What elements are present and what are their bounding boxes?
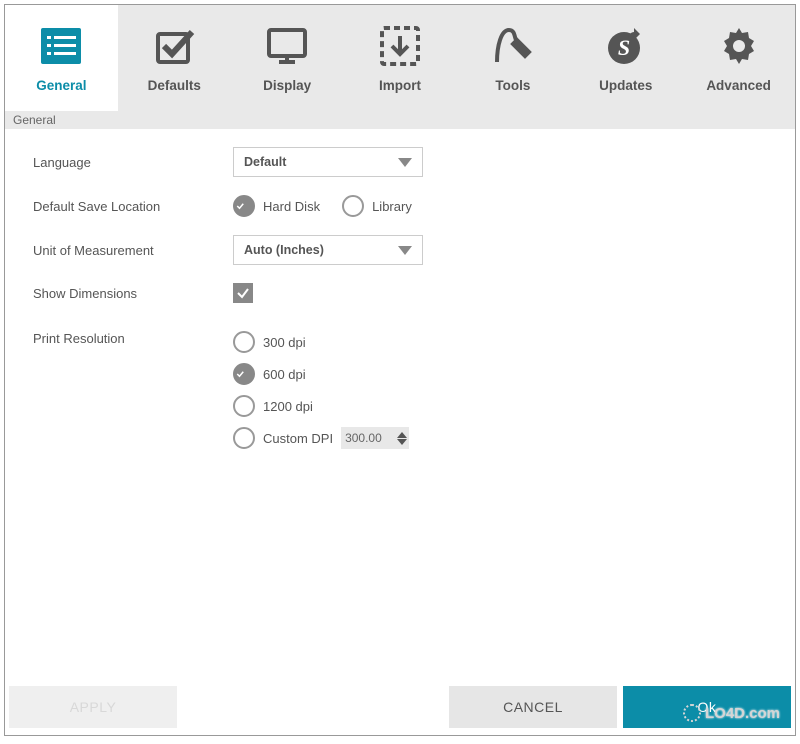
section-title: General — [5, 111, 795, 129]
tab-defaults[interactable]: Defaults — [118, 5, 231, 111]
chevron-down-icon — [398, 158, 412, 167]
list-icon — [39, 24, 83, 68]
tab-label: Display — [263, 78, 311, 93]
gear-icon — [717, 24, 761, 68]
tab-label: Tools — [495, 78, 530, 93]
radio-label: 300 dpi — [263, 335, 306, 350]
radio-icon — [233, 363, 255, 385]
radio-icon — [342, 195, 364, 217]
cancel-button[interactable]: CANCEL — [449, 686, 617, 728]
import-icon — [378, 24, 422, 68]
radio-icon — [233, 195, 255, 217]
unit-selected: Auto (Inches) — [244, 243, 324, 257]
save-location-label: Default Save Location — [33, 199, 233, 214]
apply-button: APPLY — [9, 686, 177, 728]
radio-label: 600 dpi — [263, 367, 306, 382]
monitor-icon — [265, 24, 309, 68]
settings-window: General Defaults Display Import Tools — [4, 4, 796, 736]
tab-label: Import — [379, 78, 421, 93]
pen-icon — [491, 24, 535, 68]
tab-label: General — [36, 78, 86, 93]
radio-label: Library — [372, 199, 412, 214]
checkbox-icon — [152, 24, 196, 68]
radio-library[interactable]: Library — [342, 195, 412, 217]
spin-up-icon[interactable] — [397, 432, 407, 438]
show-dimensions-checkbox[interactable] — [233, 283, 253, 303]
radio-600dpi[interactable]: 600 dpi — [233, 363, 306, 385]
radio-icon — [233, 427, 255, 449]
updates-icon: S — [604, 24, 648, 68]
tab-tools[interactable]: Tools — [456, 5, 569, 111]
tab-display[interactable]: Display — [231, 5, 344, 111]
tab-updates[interactable]: S Updates — [569, 5, 682, 111]
language-label: Language — [33, 155, 233, 170]
language-dropdown[interactable]: Default — [233, 147, 423, 177]
ok-button[interactable]: Ok — [623, 686, 791, 728]
radio-label: Custom DPI — [263, 431, 333, 446]
radio-1200dpi[interactable]: 1200 dpi — [233, 395, 313, 417]
tabs-bar: General Defaults Display Import Tools — [5, 5, 795, 111]
radio-custom-dpi[interactable]: Custom DPI — [233, 427, 409, 449]
radio-label: 1200 dpi — [263, 399, 313, 414]
tab-import[interactable]: Import — [344, 5, 457, 111]
footer-bar: APPLY CANCEL Ok — [5, 683, 795, 735]
tab-label: Advanced — [706, 78, 771, 93]
unit-label: Unit of Measurement — [33, 243, 233, 258]
unit-dropdown[interactable]: Auto (Inches) — [233, 235, 423, 265]
show-dimensions-label: Show Dimensions — [33, 286, 233, 301]
chevron-down-icon — [398, 246, 412, 255]
tab-advanced[interactable]: Advanced — [682, 5, 795, 111]
radio-hard-disk[interactable]: Hard Disk — [233, 195, 320, 217]
radio-label: Hard Disk — [263, 199, 320, 214]
radio-icon — [233, 331, 255, 353]
tab-label: Defaults — [148, 78, 201, 93]
form-area: Language Default Default Save Location H… — [5, 129, 795, 683]
spin-down-icon[interactable] — [397, 439, 407, 445]
tab-general[interactable]: General — [5, 5, 118, 111]
radio-icon — [233, 395, 255, 417]
custom-dpi-spinner — [341, 427, 409, 449]
custom-dpi-input[interactable] — [341, 427, 397, 449]
print-resolution-label: Print Resolution — [33, 331, 233, 346]
svg-text:S: S — [618, 35, 630, 60]
language-selected: Default — [244, 155, 286, 169]
radio-300dpi[interactable]: 300 dpi — [233, 331, 306, 353]
tab-label: Updates — [599, 78, 652, 93]
